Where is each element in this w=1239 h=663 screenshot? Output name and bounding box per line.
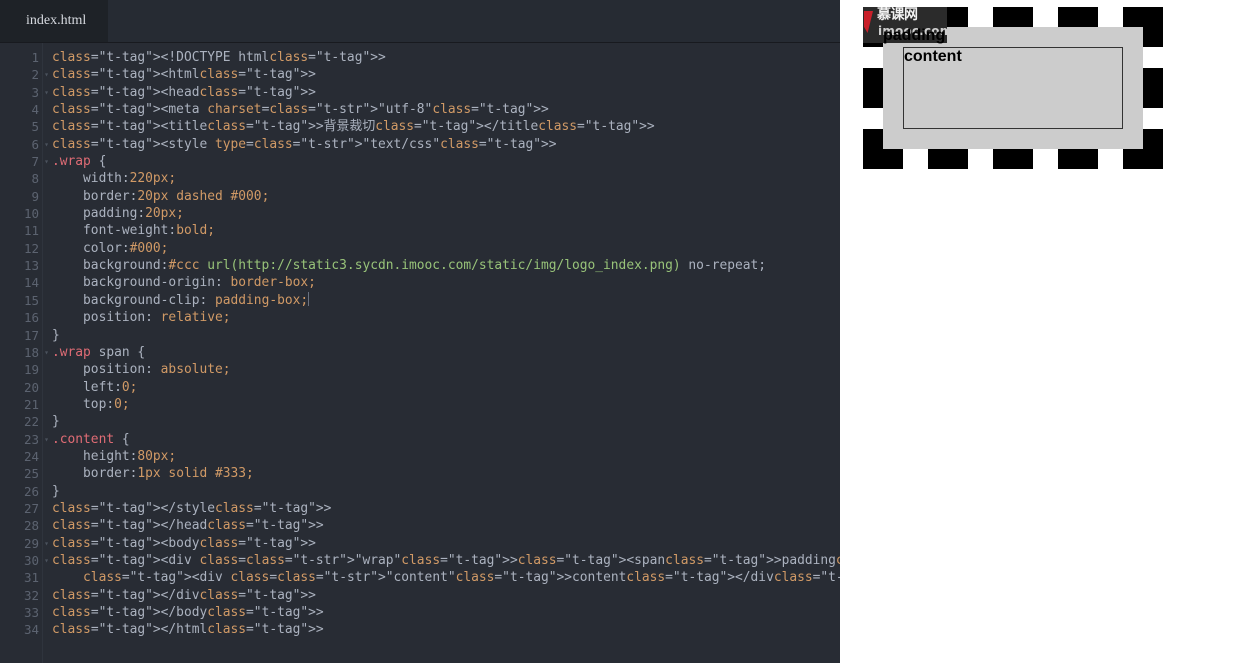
editor-pane: index.html 1 2 ▾ 3 ▾ 4 5 6 ▾ 7 ▾ 8 9 10 11 12 13 14 15 16 17… xyxy=(0,0,840,663)
editor-tab-bar: index.html xyxy=(0,0,840,43)
line-number: 25 xyxy=(23,466,39,482)
padding-span-label: padding xyxy=(883,27,946,44)
code-playground: index.html 1 2 ▾ 3 ▾ 4 5 6 ▾ 7 ▾ 8 9 10 11 12 13 14 15 16 17… xyxy=(0,0,1239,663)
code-line[interactable]: height:80px; xyxy=(52,448,840,465)
line-number: 17 xyxy=(23,327,39,343)
line-number: 33 xyxy=(23,605,39,620)
line-number: 10 xyxy=(23,206,39,222)
line-number: 2 ▾ xyxy=(0,66,48,83)
code-line[interactable]: class="t-tag"><!DOCTYPE htmlclass="t-tag… xyxy=(52,49,840,66)
line-number: 23 ▾ xyxy=(0,431,49,448)
code-line[interactable]: .wrap { xyxy=(52,153,840,170)
code-line[interactable]: } xyxy=(52,327,840,344)
line-number: 1 xyxy=(31,50,39,65)
line-number: 22 xyxy=(23,414,39,430)
code-line[interactable]: color:#000; xyxy=(52,240,840,257)
code-editor[interactable]: 1 2 ▾ 3 ▾ 4 5 6 ▾ 7 ▾ 8 9 10 11 12 13 14 15 16 17 18 ▾ 19 20 21 22… xyxy=(0,43,840,663)
tab-bar-empty-area xyxy=(108,0,840,42)
code-line[interactable]: .wrap span { xyxy=(52,344,840,361)
code-line[interactable]: class="t-tag"><meta charset=class="t-str… xyxy=(52,101,840,118)
line-number: 34 xyxy=(23,622,39,638)
code-line[interactable]: class="t-tag"></styleclass="t-tag">> xyxy=(52,500,840,517)
text-cursor xyxy=(308,291,310,306)
line-number: 14 xyxy=(23,275,39,291)
code-line[interactable]: class="t-tag"><titleclass="t-tag">>背景裁切c… xyxy=(52,118,840,135)
line-number: 29 ▾ xyxy=(0,535,49,552)
logo-cn-text: 慕课网 xyxy=(877,7,918,23)
line-number: 15 xyxy=(23,292,39,308)
tab-index-html[interactable]: index.html xyxy=(0,0,109,42)
code-line[interactable]: class="t-tag"><div class=class="t-str">"… xyxy=(52,552,840,569)
code-line[interactable]: border:1px solid #333; xyxy=(52,465,840,482)
line-number: 3 ▾ xyxy=(0,84,48,101)
line-number: 13 xyxy=(23,258,39,274)
code-line[interactable]: background:#ccc url(http://static3.sycdn… xyxy=(52,257,840,274)
line-number: 8 xyxy=(31,171,39,187)
line-number: 32 xyxy=(23,587,39,603)
content-box: content xyxy=(903,47,1123,129)
line-number: 24 xyxy=(23,448,39,464)
code-line[interactable]: } xyxy=(52,483,840,500)
code-line[interactable]: font-weight:bold; xyxy=(52,222,840,239)
code-line[interactable]: position: relative; xyxy=(52,309,840,326)
code-line[interactable]: class="t-tag"></headclass="t-tag">> xyxy=(52,517,840,534)
line-number: 19 xyxy=(23,362,39,378)
code-line[interactable]: left:0; xyxy=(52,379,840,396)
code-line[interactable]: class="t-tag"><bodyclass="t-tag">> xyxy=(52,535,840,552)
line-number: 20 xyxy=(23,379,39,395)
wrap-box: 慕课网 imooc.com padding content xyxy=(863,7,1163,169)
line-number: 21 xyxy=(23,396,39,412)
code-line[interactable]: border:20px dashed #000; xyxy=(52,188,840,205)
line-number: 16 xyxy=(23,310,39,326)
code-line[interactable]: top:0; xyxy=(52,396,840,413)
code-line[interactable]: } xyxy=(52,413,840,430)
line-number: 31 xyxy=(23,570,39,586)
logo-red-mark-icon xyxy=(864,11,873,33)
code-line[interactable]: class="t-tag"></divclass="t-tag">> xyxy=(52,587,840,604)
line-number: 30 ▾ xyxy=(0,552,49,569)
code-line[interactable]: class="t-tag"></bodyclass="t-tag">> xyxy=(52,604,840,621)
code-line[interactable]: class="t-tag"><style type=class="t-str">… xyxy=(52,136,840,153)
preview-pane: 慕课网 imooc.com padding content xyxy=(840,0,1239,663)
line-number: 6 ▾ xyxy=(0,136,48,153)
line-number: 27 xyxy=(23,500,39,516)
line-number-gutter: 1 2 ▾ 3 ▾ 4 5 6 ▾ 7 ▾ 8 9 10 11 12 13 14 15 16 17 18 ▾ 19 20 21 22… xyxy=(0,43,49,663)
line-number: 11 xyxy=(23,223,39,239)
code-line[interactable]: .content { xyxy=(52,431,840,448)
code-line[interactable]: padding:20px; xyxy=(52,205,840,222)
code-content[interactable]: class="t-tag"><!DOCTYPE htmlclass="t-tag… xyxy=(43,43,840,663)
line-number: 4 xyxy=(31,102,39,118)
line-number: 12 xyxy=(23,240,39,256)
line-number: 9 xyxy=(31,188,39,204)
code-line[interactable]: class="t-tag"><div class=class="t-str">"… xyxy=(52,569,840,586)
code-line[interactable]: background-clip: padding-box; xyxy=(52,291,840,309)
line-number: 5 xyxy=(31,119,39,135)
code-line[interactable]: background-origin: border-box; xyxy=(52,274,840,291)
line-number: 26 xyxy=(23,483,39,499)
tab-label: index.html xyxy=(26,13,87,28)
code-line[interactable]: position: absolute; xyxy=(52,361,840,378)
line-number: 28 xyxy=(23,518,39,534)
code-line[interactable]: class="t-tag"><htmlclass="t-tag">> xyxy=(52,66,840,83)
line-number: 7 ▾ xyxy=(0,153,48,170)
line-number: 18 ▾ xyxy=(0,344,49,361)
code-line[interactable]: class="t-tag"></htmlclass="t-tag">> xyxy=(52,621,840,638)
code-line[interactable]: class="t-tag"><headclass="t-tag">> xyxy=(52,84,840,101)
code-line[interactable]: width:220px; xyxy=(52,170,840,187)
